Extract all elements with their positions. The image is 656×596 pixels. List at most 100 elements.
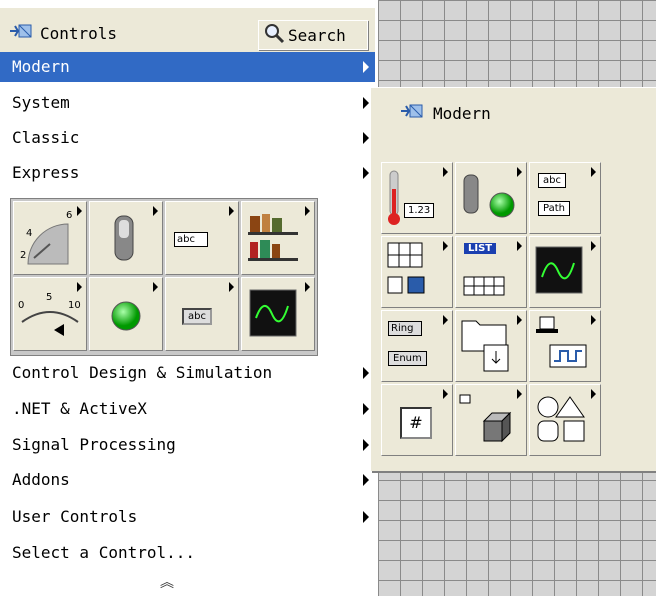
menu-item-label: Modern bbox=[12, 57, 70, 76]
submenu-arrow-icon bbox=[363, 97, 369, 109]
refnum-label: # bbox=[400, 407, 432, 439]
waveform-graph-icon bbox=[249, 289, 297, 337]
knob-control-cell[interactable]: 2 4 6 bbox=[13, 201, 87, 275]
menu-item-signal-processing[interactable]: Signal Processing bbox=[0, 430, 375, 460]
toggle-switch-cell[interactable] bbox=[89, 201, 163, 275]
list-label: LIST bbox=[464, 243, 497, 254]
boolean-switch-led-icon bbox=[463, 174, 515, 218]
green-led-icon bbox=[111, 301, 141, 331]
menu-item-classic[interactable]: Classic bbox=[0, 123, 375, 153]
subpalette-arrow-icon bbox=[305, 206, 310, 216]
subpalette-arrow-icon bbox=[517, 389, 522, 399]
menu-item-modern[interactable]: Modern bbox=[0, 52, 375, 82]
io-controls-cell[interactable] bbox=[241, 201, 315, 275]
controls-palette: Controls Search Modern System Classic Ex… bbox=[0, 0, 375, 596]
array-cluster-cell[interactable] bbox=[381, 236, 453, 308]
subpalette-arrow-icon bbox=[443, 167, 448, 177]
menu-item-label: Signal Processing bbox=[12, 435, 176, 454]
menu-item-addons[interactable]: Addons bbox=[0, 465, 375, 495]
waveform-graph-icon bbox=[535, 246, 583, 294]
containers-cell[interactable] bbox=[455, 310, 527, 382]
menu-item-user-controls[interactable]: User Controls bbox=[0, 502, 375, 532]
modern-subpalette: Modern 1.23 abc Path LIST Ring Enum # bbox=[370, 87, 656, 471]
string-indicator-cell[interactable]: abc bbox=[165, 277, 239, 351]
slide-control-cell[interactable]: 0 5 10 bbox=[13, 277, 87, 351]
subpalette-arrow-icon bbox=[77, 282, 82, 292]
thermometer-icon bbox=[388, 170, 400, 225]
subpalette-header[interactable]: Modern bbox=[399, 102, 491, 124]
subpalette-arrow-icon bbox=[517, 315, 522, 325]
subpalette-arrow-icon bbox=[443, 241, 448, 251]
books-icon bbox=[248, 214, 298, 261]
modern-icon-grid: 1.23 abc Path LIST Ring Enum # bbox=[381, 162, 603, 548]
subpalette-arrow-icon bbox=[153, 206, 158, 216]
menu-item-control-design[interactable]: Control Design & Simulation bbox=[0, 358, 375, 388]
path-label: Path bbox=[538, 201, 570, 216]
submenu-arrow-icon bbox=[363, 132, 369, 144]
computer-waveform-icon bbox=[536, 316, 587, 368]
menu-item-label: System bbox=[12, 93, 70, 112]
array-matrix-icon bbox=[387, 242, 425, 294]
slide-tick-label: 5 bbox=[46, 292, 53, 303]
submenu-arrow-icon bbox=[363, 474, 369, 486]
subpalette-arrow-icon bbox=[591, 241, 596, 251]
slide-tick-label: 0 bbox=[18, 300, 25, 311]
variant-class-cell[interactable] bbox=[455, 384, 527, 456]
menu-item-dotnet-activex[interactable]: .NET & ActiveX bbox=[0, 394, 375, 424]
menu-item-label: Express bbox=[12, 163, 80, 182]
string-path-cell[interactable]: abc Path bbox=[529, 162, 601, 234]
knob-tick-label: 2 bbox=[20, 250, 27, 261]
subpalette-arrow-icon bbox=[591, 389, 596, 399]
decorations-cell[interactable] bbox=[529, 384, 601, 456]
io-cell[interactable] bbox=[529, 310, 601, 382]
folder-file-icon bbox=[461, 320, 509, 372]
graph-indicator-cell[interactable] bbox=[241, 277, 315, 351]
menu-item-label: Control Design & Simulation bbox=[12, 363, 273, 382]
cube-icon bbox=[459, 394, 512, 443]
subpalette-arrow-icon bbox=[153, 282, 158, 292]
magnifier-icon bbox=[263, 22, 285, 48]
slide-dial-icon bbox=[21, 311, 79, 336]
subpalette-arrow-icon bbox=[443, 315, 448, 325]
menu-item-label: Addons bbox=[12, 470, 70, 489]
boolean-cell[interactable] bbox=[455, 162, 527, 234]
knob-tick-label: 6 bbox=[66, 210, 73, 221]
menu-item-express[interactable]: Express bbox=[0, 158, 375, 188]
string-label: abc bbox=[538, 173, 566, 188]
menu-item-select-control[interactable]: Select a Control... bbox=[0, 538, 375, 568]
subpalette-arrow-icon bbox=[591, 315, 596, 325]
subpalette-title: Modern bbox=[433, 103, 491, 123]
led-indicator-cell[interactable] bbox=[89, 277, 163, 351]
search-button[interactable]: Search bbox=[258, 20, 368, 50]
palette-title[interactable]: Controls bbox=[8, 22, 117, 44]
toggle-switch-icon bbox=[114, 215, 134, 261]
slide-tick-label: 10 bbox=[68, 300, 81, 311]
palette-title-label: Controls bbox=[40, 23, 118, 43]
refnum-cell[interactable]: # bbox=[381, 384, 453, 456]
subpalette-arrow-icon bbox=[517, 167, 522, 177]
menu-item-label: Select a Control... bbox=[12, 543, 196, 562]
numeric-cell[interactable]: 1.23 bbox=[381, 162, 453, 234]
menu-item-system[interactable]: System bbox=[0, 88, 375, 118]
menu-item-label: .NET & ActiveX bbox=[12, 399, 147, 418]
subpalette-arrow-icon bbox=[77, 206, 82, 216]
express-icon-grid: 2 4 6 abc 0 5 10 abc bbox=[10, 198, 318, 356]
enum-label: Enum bbox=[388, 351, 427, 366]
submenu-arrow-icon bbox=[363, 439, 369, 451]
list-table-cell[interactable]: LIST bbox=[455, 236, 527, 308]
pin-icon[interactable] bbox=[8, 22, 34, 44]
expand-chevron-icon[interactable]: ︽ bbox=[160, 572, 174, 592]
subpalette-arrow-icon bbox=[517, 241, 522, 251]
ring-enum-cell[interactable]: Ring Enum bbox=[381, 310, 453, 382]
menu-item-label: User Controls bbox=[12, 507, 138, 526]
submenu-arrow-icon bbox=[363, 403, 369, 415]
submenu-arrow-icon bbox=[363, 61, 369, 73]
string-control-cell[interactable]: abc bbox=[165, 201, 239, 275]
submenu-arrow-icon bbox=[363, 167, 369, 179]
search-label: Search bbox=[288, 25, 346, 45]
submenu-arrow-icon bbox=[363, 511, 369, 523]
knob-icon bbox=[27, 223, 69, 265]
graph-cell[interactable] bbox=[529, 236, 601, 308]
subpalette-arrow-icon bbox=[229, 206, 234, 216]
pin-icon[interactable] bbox=[399, 102, 425, 124]
